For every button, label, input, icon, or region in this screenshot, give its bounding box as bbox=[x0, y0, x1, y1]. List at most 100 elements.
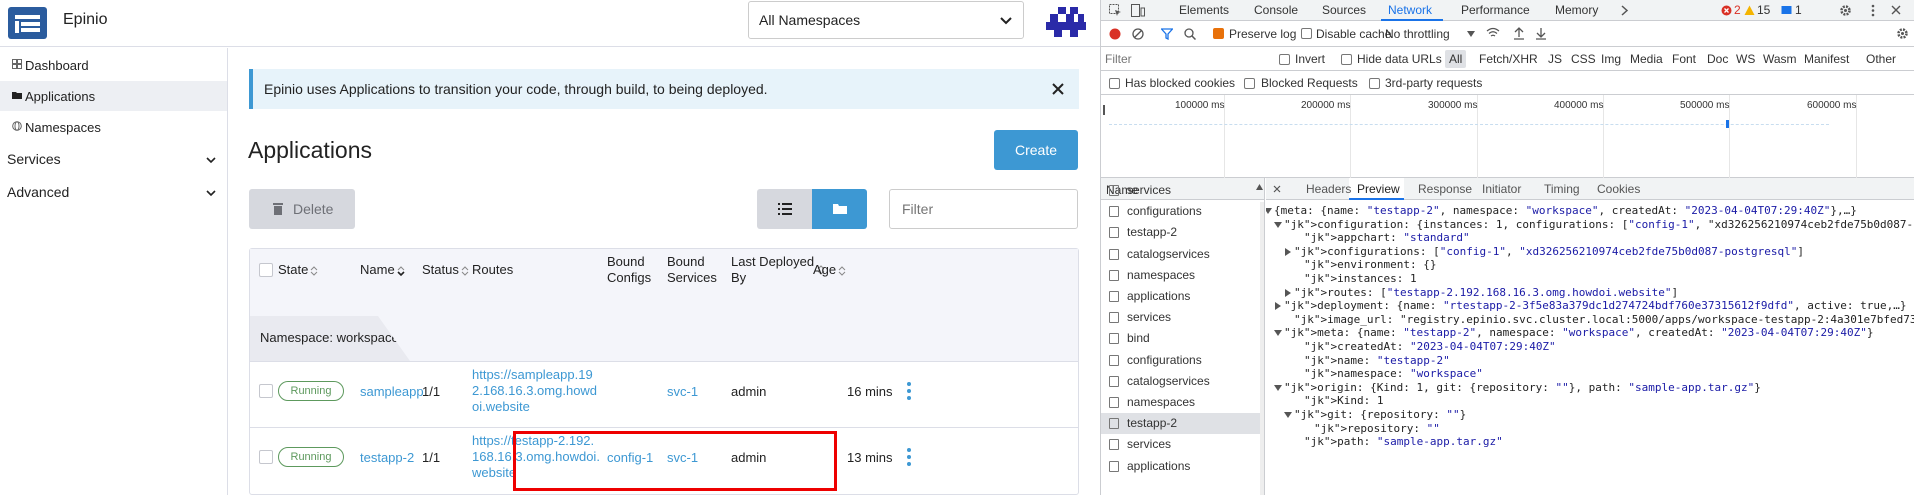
network-timeline[interactable]: 100000 ms 200000 ms 300000 ms 400000 ms … bbox=[1101, 95, 1914, 178]
sidebar-group-advanced[interactable]: Advanced bbox=[0, 177, 227, 207]
request-row[interactable]: namespaces bbox=[1101, 392, 1261, 413]
preserve-log-checkbox[interactable] bbox=[1213, 28, 1224, 39]
expand-down-icon[interactable] bbox=[1274, 221, 1282, 229]
app-name-link[interactable]: testapp-2 bbox=[360, 450, 414, 465]
filter-type-js[interactable]: JS bbox=[1548, 52, 1562, 66]
request-row[interactable]: testapp-2 bbox=[1101, 222, 1261, 243]
request-row[interactable]: catalogservices bbox=[1101, 371, 1261, 392]
row-checkbox[interactable] bbox=[259, 450, 273, 464]
epinio-logo[interactable] bbox=[8, 7, 47, 39]
filter-icon[interactable] bbox=[1161, 28, 1173, 40]
request-row[interactable]: configurations bbox=[1101, 201, 1261, 222]
throttling-select[interactable]: No throttling bbox=[1385, 27, 1450, 41]
tab-timing[interactable]: Timing bbox=[1544, 182, 1580, 196]
blocked-requests-checkbox[interactable] bbox=[1244, 78, 1255, 89]
request-row[interactable]: services bbox=[1101, 180, 1261, 201]
column-state[interactable]: State bbox=[278, 262, 318, 278]
sidebar-group-services[interactable]: Services bbox=[0, 144, 227, 174]
group-view-toggle[interactable] bbox=[812, 189, 867, 229]
warning-icon[interactable] bbox=[1744, 5, 1755, 16]
request-row[interactable]: applications bbox=[1101, 456, 1261, 477]
record-icon[interactable] bbox=[1109, 28, 1121, 40]
tab-preview[interactable]: Preview bbox=[1357, 182, 1400, 196]
tab-initiator[interactable]: Initiator bbox=[1482, 182, 1521, 196]
route-link[interactable]: https://testapp-2.192.168.16.3.omg.howdo… bbox=[472, 433, 600, 481]
tab-network[interactable]: Network bbox=[1388, 3, 1432, 17]
close-icon[interactable] bbox=[1273, 185, 1281, 193]
sidebar-item-dashboard[interactable]: Dashboard bbox=[0, 50, 227, 80]
filter-type-css[interactable]: CSS bbox=[1571, 52, 1596, 66]
app-name-link[interactable]: sampleapp bbox=[360, 384, 424, 399]
expand-right-icon[interactable] bbox=[1284, 288, 1292, 297]
request-row[interactable]: bind bbox=[1101, 328, 1261, 349]
filter-type-media[interactable]: Media bbox=[1630, 52, 1663, 66]
tab-headers[interactable]: Headers bbox=[1306, 182, 1351, 196]
gear-icon[interactable] bbox=[1839, 4, 1852, 17]
expand-down-icon[interactable] bbox=[1274, 384, 1282, 392]
gear-icon[interactable] bbox=[1896, 27, 1909, 40]
bound-config-link[interactable]: config-1 bbox=[607, 450, 653, 465]
kebab-menu-icon[interactable] bbox=[907, 382, 911, 400]
disable-cache-checkbox[interactable] bbox=[1301, 28, 1312, 39]
filter-type-manifest[interactable]: Manifest bbox=[1804, 52, 1849, 66]
avatar[interactable] bbox=[1046, 4, 1086, 40]
row-checkbox[interactable] bbox=[259, 384, 273, 398]
bound-service-link[interactable]: svc-1 bbox=[667, 384, 698, 399]
tab-memory[interactable]: Memory bbox=[1555, 3, 1598, 17]
filter-type-fetch-xhr[interactable]: Fetch/XHR bbox=[1479, 52, 1538, 66]
filter-type-font[interactable]: Font bbox=[1672, 52, 1696, 66]
tab-cookies[interactable]: Cookies bbox=[1597, 182, 1640, 196]
column-last-deployed-by[interactable]: Last Deployed By bbox=[731, 254, 825, 286]
column-status[interactable]: Status bbox=[422, 262, 469, 278]
sidebar-item-applications[interactable]: Applications bbox=[0, 81, 227, 111]
route-link[interactable]: https://sampleapp.192.168.16.3.omg.howdo… bbox=[472, 367, 600, 415]
error-icon[interactable] bbox=[1721, 5, 1732, 16]
column-name[interactable]: Name bbox=[360, 262, 405, 278]
info-icon[interactable] bbox=[1781, 5, 1792, 16]
sidebar-item-namespaces[interactable]: Namespaces bbox=[0, 112, 227, 142]
request-row[interactable]: configurations bbox=[1101, 350, 1261, 371]
download-icon[interactable] bbox=[1535, 27, 1547, 40]
tab-sources[interactable]: Sources bbox=[1322, 3, 1366, 17]
request-row[interactable]: testapp-2 bbox=[1101, 413, 1261, 435]
close-icon[interactable] bbox=[1891, 5, 1901, 15]
third-party-checkbox[interactable] bbox=[1369, 78, 1380, 89]
delete-button[interactable]: Delete bbox=[249, 189, 355, 229]
blocked-cookies-checkbox[interactable] bbox=[1109, 78, 1120, 89]
tab-response[interactable]: Response bbox=[1418, 182, 1472, 196]
list-view-toggle[interactable] bbox=[757, 189, 812, 229]
filter-type-doc[interactable]: Doc bbox=[1707, 52, 1728, 66]
expand-right-icon[interactable] bbox=[1274, 302, 1282, 311]
inspect-icon[interactable] bbox=[1109, 4, 1122, 17]
request-row[interactable]: services bbox=[1101, 434, 1261, 455]
filter-type-img[interactable]: Img bbox=[1601, 52, 1621, 66]
device-toggle-icon[interactable] bbox=[1131, 4, 1145, 17]
kebab-menu-icon[interactable] bbox=[907, 448, 911, 466]
expand-down-icon[interactable] bbox=[1266, 207, 1272, 215]
request-row[interactable]: applications bbox=[1101, 286, 1261, 307]
close-icon[interactable] bbox=[1050, 81, 1066, 97]
more-tabs-icon[interactable] bbox=[1621, 5, 1629, 16]
upload-icon[interactable] bbox=[1513, 27, 1525, 40]
column-age[interactable]: Age bbox=[813, 262, 846, 278]
expand-down-icon[interactable] bbox=[1284, 411, 1292, 419]
tab-elements[interactable]: Elements bbox=[1179, 3, 1229, 17]
namespace-select[interactable]: All Namespaces bbox=[748, 1, 1024, 39]
request-row[interactable]: namespaces bbox=[1101, 265, 1261, 286]
tab-console[interactable]: Console bbox=[1254, 3, 1298, 17]
filter-input[interactable] bbox=[889, 189, 1078, 229]
request-row[interactable]: services bbox=[1101, 307, 1261, 328]
scrollbar[interactable] bbox=[1260, 202, 1264, 495]
invert-checkbox[interactable] bbox=[1279, 54, 1290, 65]
wifi-settings-icon[interactable] bbox=[1486, 27, 1500, 39]
create-button[interactable]: Create bbox=[994, 130, 1078, 170]
expand-down-icon[interactable] bbox=[1274, 329, 1282, 337]
filter-type-other[interactable]: Other bbox=[1866, 52, 1896, 66]
kebab-menu-icon[interactable] bbox=[1871, 4, 1875, 17]
filter-type-wasm[interactable]: Wasm bbox=[1763, 52, 1797, 66]
request-row[interactable]: catalogservices bbox=[1101, 244, 1261, 265]
filter-type-ws[interactable]: WS bbox=[1736, 52, 1755, 66]
expand-right-icon[interactable] bbox=[1284, 247, 1292, 256]
filter-type-all[interactable]: All bbox=[1445, 50, 1467, 68]
network-filter-input[interactable] bbox=[1105, 50, 1270, 68]
